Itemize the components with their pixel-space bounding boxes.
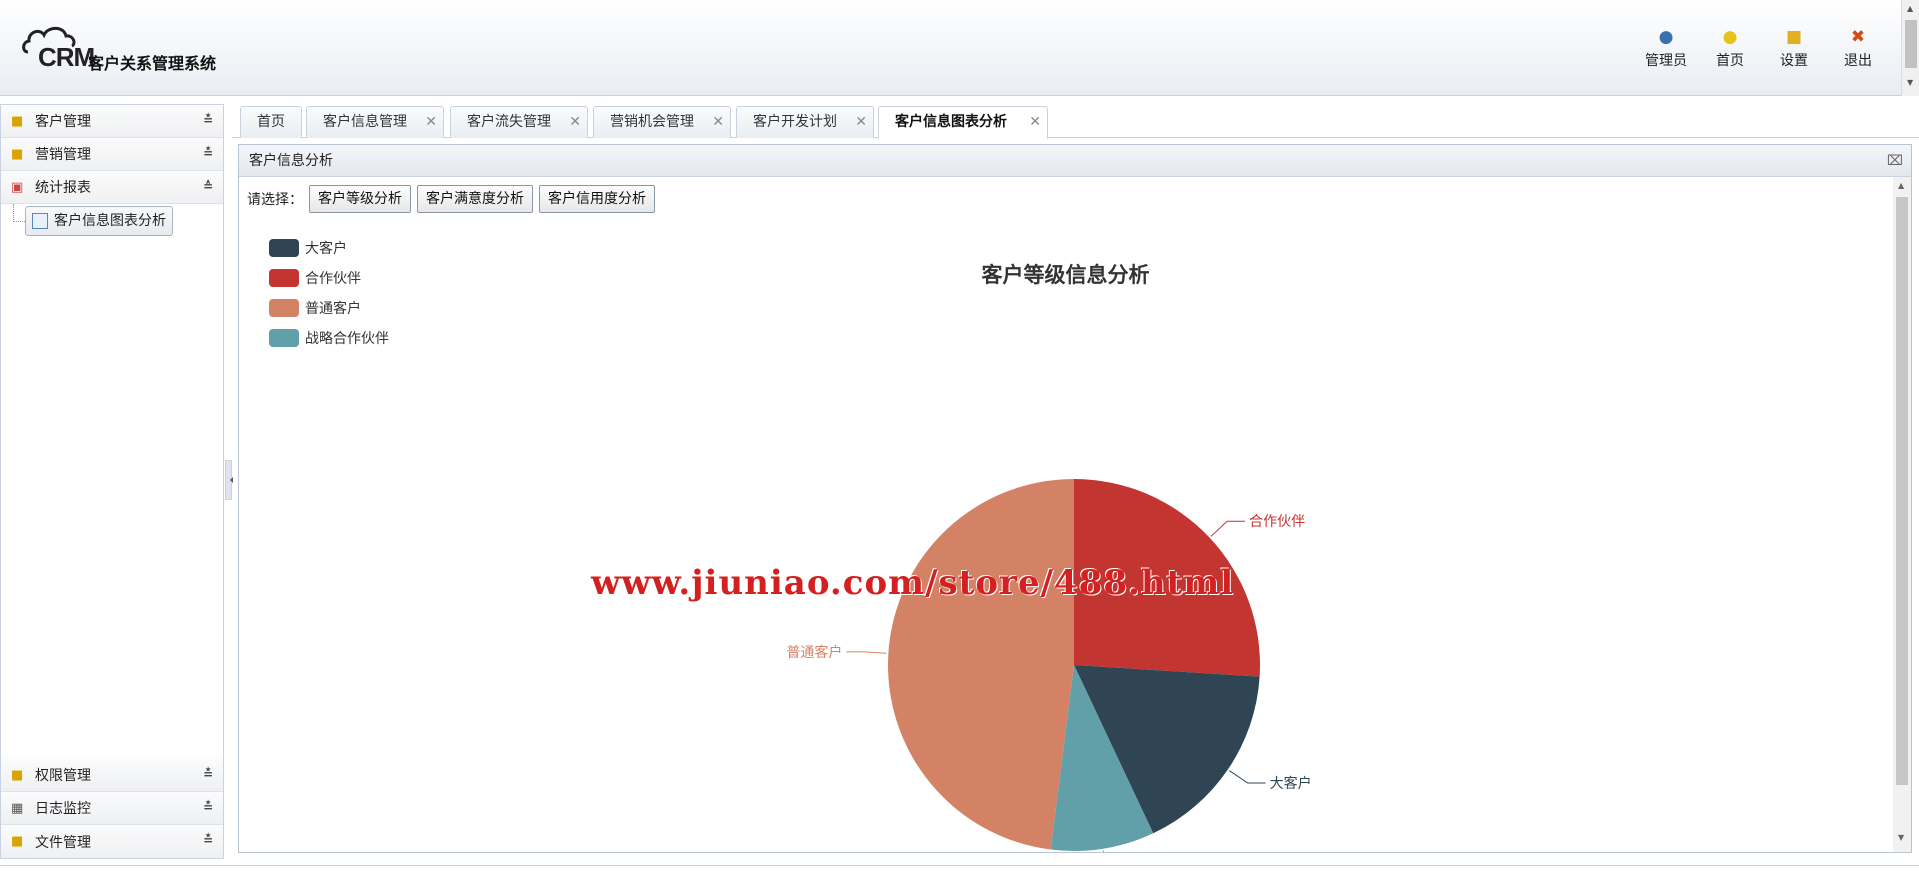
tab-close-icon[interactable]: ✕ [569,107,581,137]
tab-label: 营销机会管理 [610,114,694,130]
lock-icon: ■ [11,767,24,783]
satisfaction-analysis-button[interactable]: 客户满意度分析 [417,185,533,213]
chevron-down-icon: ≛ [202,800,213,814]
chevron-down-icon: ≛ [202,767,213,781]
table-icon [32,213,48,229]
tab-customer-chart[interactable]: 客户信息图表分析 ✕ [878,106,1048,139]
tab-customer-loss[interactable]: 客户流失管理 ✕ [450,106,588,138]
tab-label: 客户流失管理 [467,114,551,130]
pie-label: 普通客户 [786,644,842,661]
sidebar-collapse-handle[interactable] [225,460,233,500]
main-area: 首页 客户信息管理 ✕ 客户流失管理 ✕ 营销机会管理 ✕ 客户开发计划 ✕ 客… [232,104,1919,859]
logo-text: CRM [38,42,95,72]
scroll-thumb[interactable] [1905,20,1917,68]
settings-button[interactable]: ■ 设置 [1771,26,1817,70]
sidebar-item-label: 客户管理 [35,114,91,130]
scroll-up-icon[interactable]: ▲ [1898,181,1904,190]
footer-divider [0,865,1919,866]
logout-button[interactable]: ✖ 退出 [1835,26,1881,70]
folder-icon: ■ [11,834,24,849]
tab-label: 首页 [257,114,285,130]
pie-chart: 大客户 合作伙伴 普通客户 战略合作伙伴 客户等级信息分析 合作伙伴 大客户 普… [239,213,1892,852]
folder-icon: ■ [11,113,24,129]
scroll-down-icon[interactable]: ▼ [1898,833,1904,842]
tab-label: 客户信息图表分析 [895,114,1007,130]
app-logo: CRM 客户关系管理系统 [22,24,282,74]
sidebar-item-label: 统计报表 [35,180,91,196]
tab-marketing-opportunity[interactable]: 营销机会管理 ✕ [593,106,731,138]
panel-title: 客户信息分析 [249,153,333,169]
page-scrollbar[interactable]: ▲ ▼ [1901,0,1919,96]
pie-label-line [1210,520,1246,537]
lightbulb-icon: ● [1722,27,1738,47]
sidebar-subitem-container: 客户信息图表分析 [1,204,223,240]
sidebar-subitem-label: 客户信息图表分析 [54,213,166,229]
admin-button[interactable]: ● 管理员 [1643,26,1689,70]
chevron-up-icon: ≙ [202,179,213,193]
chevron-down-icon: ≛ [202,113,213,127]
lock-icon: ■ [1785,27,1803,47]
scroll-down-icon[interactable]: ▼ [1907,78,1913,87]
panel-header: 客户信息分析 ⌧ [239,145,1911,177]
sidebar-item-label: 文件管理 [35,834,91,851]
panel-scrollbar[interactable]: ▲ ▼ [1893,177,1911,852]
sidebar-item-log-monitor[interactable]: ▦ 日志监控 ≛ [1,792,223,825]
sidebar-item-marketing-management[interactable]: ■ 营销管理 ≛ [1,138,223,171]
settings-label: 设置 [1780,53,1808,69]
logout-label: 退出 [1844,53,1872,69]
report-icon: ▣ [11,179,24,195]
scroll-up-icon[interactable]: ▲ [1907,4,1913,13]
chevron-down-icon: ≛ [202,146,213,160]
choose-label: 请选择： [247,192,303,208]
pie-label-line [1102,850,1105,852]
sidebar-item-label: 日志监控 [35,801,91,817]
sidebar-item-file-management[interactable]: ■ 文件管理 ≛ [1,825,223,858]
tab-label: 客户信息管理 [323,114,407,130]
panel-body: 请选择： 客户等级分析 客户满意度分析 客户信用度分析 大客户 合作伙伴 普通客… [239,177,1892,852]
sidebar-item-permission-management[interactable]: ■ 权限管理 ≛ [1,759,223,792]
app-header: CRM 客户关系管理系统 ● 管理员 ● 首页 ■ 设置 ✖ 退出 ▲ ▼ [0,0,1919,96]
pie-label-line [846,651,887,654]
sidebar-item-label: 权限管理 [35,768,91,784]
tab-close-icon[interactable]: ✕ [855,107,867,137]
home-label: 首页 [1716,53,1744,69]
analysis-selector: 请选择： 客户等级分析 客户满意度分析 客户信用度分析 [247,185,655,213]
sidebar-item-customer-management[interactable]: ■ 客户管理 ≛ [1,105,223,138]
pie-label-line [1229,770,1266,784]
tab-home[interactable]: 首页 [240,106,302,138]
close-icon: ✖ [1850,27,1866,47]
tab-close-icon[interactable]: ✕ [425,107,437,137]
tab-bar: 首页 客户信息管理 ✕ 客户流失管理 ✕ 营销机会管理 ✕ 客户开发计划 ✕ 客… [232,104,1919,139]
tab-customer-info[interactable]: 客户信息管理 ✕ [306,106,444,138]
analysis-panel: 客户信息分析 ⌧ 请选择： 客户等级分析 客户满意度分析 客户信用度分析 大客户 [238,144,1912,853]
tab-development-plan[interactable]: 客户开发计划 ✕ [736,106,874,138]
pie-svg: 合作伙伴大客户战略合作伙伴普通客户 [786,479,1312,852]
sidebar-subitem-customer-chart[interactable]: 客户信息图表分析 [25,206,173,236]
app-title: 客户关系管理系统 [88,54,217,73]
sidebar-bottom-sections: ■ 权限管理 ≛ ▦ 日志监控 ≛ ■ 文件管理 ≛ [1,759,223,858]
chevron-down-icon: ≛ [202,833,213,847]
admin-label: 管理员 [1645,53,1687,69]
sidebar-item-label: 营销管理 [35,147,91,163]
watermark-text: www.jiuniao.com/store/488.html [591,563,1235,603]
home-button[interactable]: ● 首页 [1707,26,1753,70]
sidebar: ■ 客户管理 ≛ ■ 营销管理 ≛ ▣ 统计报表 ≙ 客户信息图表分析 ■ 权限… [0,104,224,859]
monitor-icon: ▦ [11,800,24,816]
folder-icon: ■ [11,146,24,162]
pie-label: 合作伙伴 [1249,514,1305,530]
tab-label: 客户开发计划 [753,114,837,130]
level-analysis-button[interactable]: 客户等级分析 [309,185,411,213]
credit-analysis-button[interactable]: 客户信用度分析 [539,185,655,213]
sidebar-item-statistics-report[interactable]: ▣ 统计报表 ≙ [1,171,223,204]
user-icon: ● [1658,27,1674,47]
tree-line [13,204,25,222]
panel-close-icon[interactable]: ⌧ [1887,145,1903,177]
tab-close-icon[interactable]: ✕ [712,107,724,137]
pie-slice[interactable] [887,479,1074,850]
pie-label: 大客户 [1270,775,1312,792]
tab-close-icon[interactable]: ✕ [1029,107,1041,137]
top-nav: ● 管理员 ● 首页 ■ 设置 ✖ 退出 [1643,26,1881,70]
scroll-thumb[interactable] [1896,197,1908,785]
